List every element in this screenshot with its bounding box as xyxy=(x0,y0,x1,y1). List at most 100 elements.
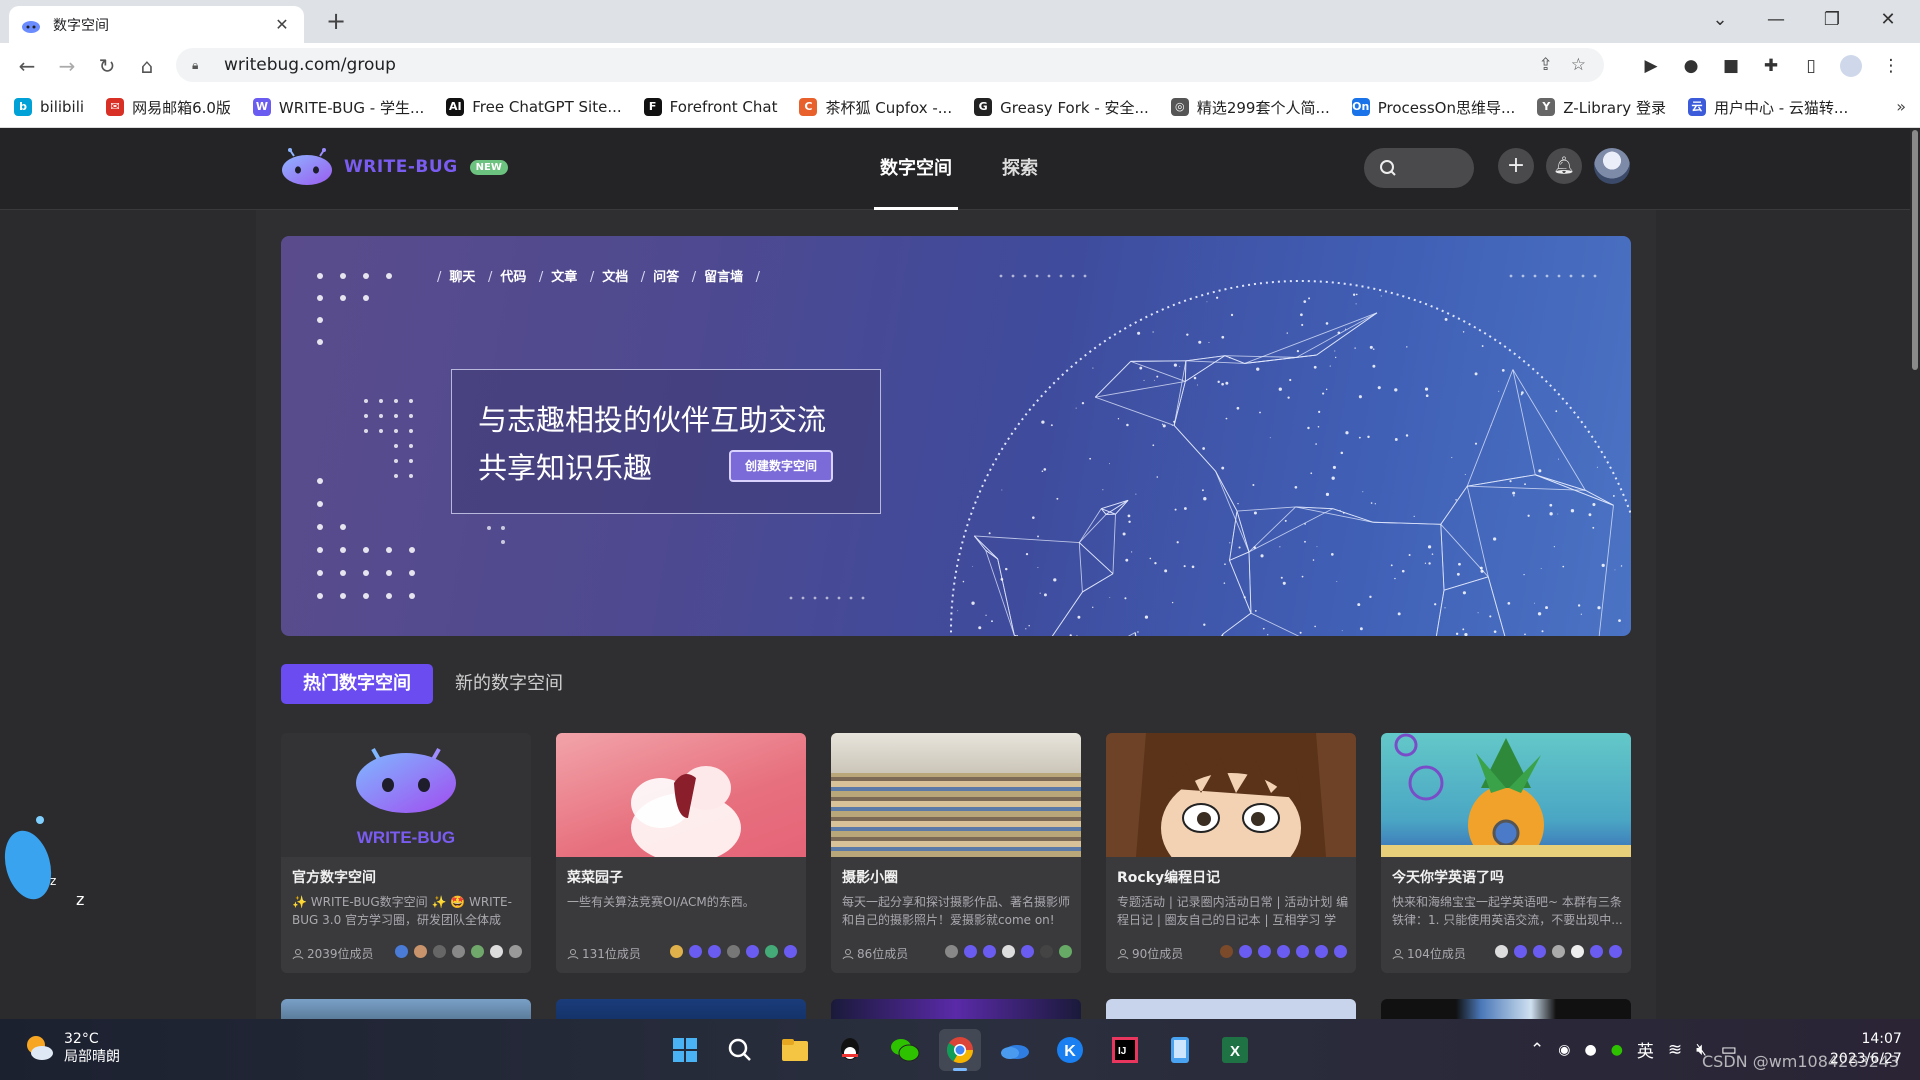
bookmark-item[interactable]: W WRITE-BUG - 学生... xyxy=(252,97,424,118)
forward-icon[interactable]: → xyxy=(52,51,82,81)
file-explorer-icon[interactable] xyxy=(774,1029,816,1071)
site-logo[interactable]: WRITE-BUG NEW xyxy=(280,148,508,186)
feature-wall: 留言墙 xyxy=(704,270,744,285)
restore-button[interactable]: ❐ xyxy=(1804,0,1860,40)
space-card[interactable]: 今天你学英语了吗 快来和海绵宝宝一起学英语吧~ 本群有三条铁律：1. 只能使用英… xyxy=(1381,733,1631,973)
members-icon xyxy=(842,948,854,959)
space-card[interactable] xyxy=(1106,999,1356,1019)
wifi-icon[interactable]: ≋ xyxy=(1668,1040,1682,1060)
extensions-puzzle-icon[interactable]: ✚ xyxy=(1760,55,1782,77)
lock-icon[interactable]: 🔒︎ xyxy=(192,58,210,73)
floating-mascot-icon[interactable]: z z xyxy=(0,810,95,920)
home-icon[interactable]: ⌂ xyxy=(132,51,162,81)
bookmark-item[interactable]: F Forefront Chat xyxy=(643,98,777,116)
main-container: / 聊天 / 代码 / 文章 / 文档 / 问答 / 留言墙 / 与志趣相投的伙伴互助交流 … xyxy=(256,210,1656,1019)
extension-globe-icon[interactable]: ● xyxy=(1680,55,1702,77)
card-cover-official: WRITE-BUG xyxy=(281,733,531,857)
members-icon xyxy=(1117,948,1129,959)
bookmark-item[interactable]: G Greasy Fork - 安全... xyxy=(974,97,1149,118)
bookmark-item[interactable]: On ProcessOn思维导... xyxy=(1351,97,1515,118)
tab-new-spaces[interactable]: 新的数字空间 xyxy=(433,664,585,704)
search-icon[interactable] xyxy=(719,1029,761,1071)
bookmark-item[interactable]: 云用户中心 - 云猫转... xyxy=(1687,97,1848,118)
card-desc: 专题活动 | 记录圈内活动日常 | 活动计划 编程日记 | 圈友自己的日记本 |… xyxy=(1117,895,1349,927)
tab-search-icon[interactable]: ⌄ xyxy=(1692,0,1748,40)
space-card[interactable]: WRITE-BUG 官方数字空间 ✨ WRITE-BUG数字空间 ✨ 🤩 WRI… xyxy=(281,733,531,973)
space-card[interactable]: 菜菜园子 一些有关算法竞赛OI/ACM的东西。 131位成员 xyxy=(556,733,806,973)
space-card[interactable] xyxy=(831,999,1081,1019)
bookmark-favicon-icon: On xyxy=(1351,98,1370,116)
back-icon[interactable]: ← xyxy=(12,51,42,81)
space-card[interactable] xyxy=(556,999,806,1019)
space-card[interactable]: 摄影小圈 每天一起分享和探讨摄影作品、著名摄影师和自己的摄影照片！爱摄影就com… xyxy=(831,733,1081,973)
scrollbar-thumb[interactable] xyxy=(1912,130,1918,370)
space-card[interactable] xyxy=(281,999,531,1019)
nav-explore[interactable]: 探索 xyxy=(996,128,1044,210)
tray-qq-icon[interactable]: ● xyxy=(1584,1042,1596,1058)
feature-qa: 问答 xyxy=(653,270,680,285)
space-card[interactable] xyxy=(1381,999,1631,1019)
bookmark-label: Greasy Fork - 安全... xyxy=(1000,98,1149,117)
bookmarks-overflow-icon[interactable]: » xyxy=(1896,97,1906,116)
new-tab-button[interactable]: + xyxy=(322,8,350,36)
minimize-button[interactable]: — xyxy=(1748,0,1804,40)
close-window-button[interactable]: ✕ xyxy=(1860,0,1916,40)
bookmark-label: Z-Library 登录 xyxy=(1563,98,1666,117)
qq-icon[interactable] xyxy=(829,1029,871,1071)
bookmark-item[interactable]: Y Z-Library 登录 xyxy=(1537,97,1666,118)
excel-icon[interactable]: X xyxy=(1214,1029,1256,1071)
space-card[interactable]: Rocky编程日记 专题活动 | 记录圈内活动日常 | 活动计划 编程日记 | … xyxy=(1106,733,1356,973)
phone-link-icon[interactable] xyxy=(1159,1029,1201,1071)
extension-bot-icon[interactable]: ■ xyxy=(1720,55,1742,77)
create-space-button[interactable]: 创建数字空间 xyxy=(729,450,833,482)
windows-start-icon[interactable] xyxy=(664,1029,706,1071)
side-panel-icon[interactable]: ▯ xyxy=(1800,55,1822,77)
bookmark-item[interactable]: AI Free ChatGPT Site... xyxy=(446,98,622,116)
bookmark-item[interactable]: ✉ 网易邮箱6.0版 xyxy=(106,97,231,118)
bookmark-item[interactable]: ◎ 精选299套个人简... xyxy=(1170,97,1330,118)
url-text[interactable]: writebug.com/group xyxy=(224,55,396,75)
tab-hot-spaces[interactable]: 热门数字空间 xyxy=(281,664,433,704)
notification-bell-icon[interactable]: 🔔︎ xyxy=(1546,148,1582,184)
bookmark-favicon-icon: G xyxy=(974,98,993,116)
windows-taskbar: 32°C 局部晴朗 K IJ X ⌃ ◉ ● ● 英 ≋ 🔇︎ ▭ 14:07 2… xyxy=(0,1019,1920,1080)
bookmark-item[interactable]: b bilibili xyxy=(14,98,84,116)
bookmark-star-icon[interactable]: ☆ xyxy=(1571,55,1586,75)
kugou-icon[interactable]: K xyxy=(1049,1029,1091,1071)
menu-kebab-icon[interactable]: ⋮ xyxy=(1880,55,1902,77)
bookmark-label: bilibili xyxy=(40,98,85,116)
intellij-icon[interactable]: IJ xyxy=(1104,1029,1146,1071)
members-icon xyxy=(292,948,304,959)
site-search-input[interactable] xyxy=(1364,148,1474,188)
address-bar[interactable]: 🔒︎ writebug.com/group ⇪ ☆ xyxy=(176,48,1604,82)
main-nav: 数字空间 探索 xyxy=(874,128,1082,210)
onedrive-icon[interactable] xyxy=(994,1029,1036,1071)
tray-app-icon[interactable]: ◉ xyxy=(1558,1042,1570,1058)
member-count: 86位成员 xyxy=(857,947,909,961)
card-cover-brand: WRITE-BUG xyxy=(357,828,455,847)
weather-temp: 32°C xyxy=(64,1031,99,1047)
bookmarks-bar: b bilibili ✉ 网易邮箱6.0版 W WRITE-BUG - 学生... AI Fr… xyxy=(0,87,1920,128)
browser-tab[interactable]: 数字空间 ✕ xyxy=(9,6,304,43)
csdn-watermark: CSDN @wm1084263243 xyxy=(1702,1052,1900,1071)
bookmark-item[interactable]: C 茶杯狐 Cupfox -... xyxy=(799,97,952,118)
reload-icon[interactable]: ↻ xyxy=(92,51,122,81)
chrome-icon[interactable] xyxy=(939,1029,981,1071)
profile-avatar[interactable] xyxy=(1840,55,1862,77)
share-icon[interactable]: ⇪ xyxy=(1539,55,1553,75)
extension-play-icon[interactable]: ▶ xyxy=(1640,55,1662,77)
site-header: WRITE-BUG NEW 数字空间 探索 + 🔔︎ xyxy=(0,128,1910,210)
weather-widget[interactable]: 32°C 局部晴朗 xyxy=(22,1030,120,1066)
tray-overflow-icon[interactable]: ⌃ xyxy=(1530,1040,1544,1060)
tray-wechat-icon[interactable]: ● xyxy=(1611,1042,1623,1058)
tab-close-icon[interactable]: ✕ xyxy=(272,15,292,34)
bookmark-favicon-icon: ◎ xyxy=(1170,98,1189,116)
writebug-site: WRITE-BUG NEW 数字空间 探索 + 🔔︎ / 聊天 / 代码 / 文章 /… xyxy=(0,128,1920,1019)
create-plus-button[interactable]: + xyxy=(1498,148,1534,184)
member-count: 131位成员 xyxy=(582,947,641,961)
user-avatar[interactable] xyxy=(1594,148,1630,184)
wechat-icon[interactable] xyxy=(884,1029,926,1071)
nav-digital-space[interactable]: 数字空间 xyxy=(874,128,958,210)
ime-indicator[interactable]: 英 xyxy=(1637,1037,1654,1062)
page-scrollbar[interactable] xyxy=(1910,128,1920,1019)
